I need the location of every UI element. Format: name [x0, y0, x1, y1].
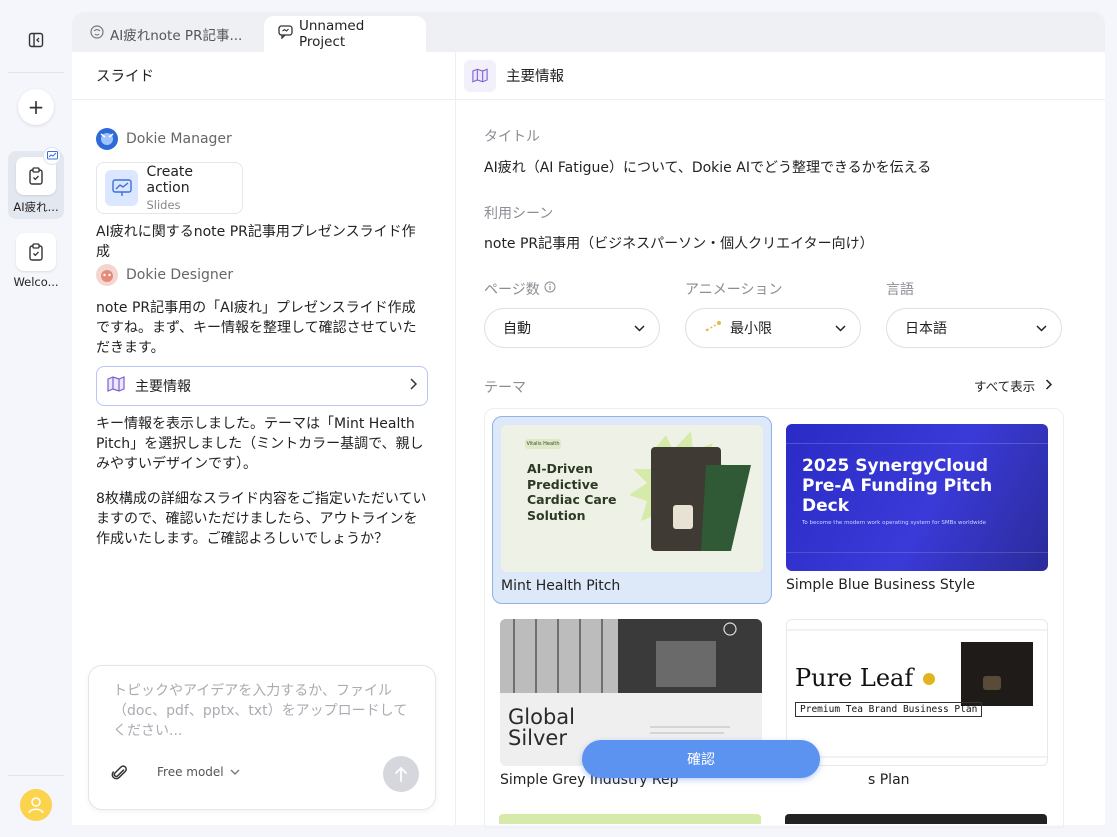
- map-icon: [464, 59, 496, 92]
- theme-name: Simple Blue Business Style: [786, 577, 976, 593]
- next-theme-peek: [499, 814, 761, 824]
- thumb-subtitle: To become the modern work operating syst…: [802, 520, 987, 526]
- chevron-right-icon: [409, 378, 418, 394]
- rail-divider: [8, 72, 64, 73]
- chevron-down-icon: [634, 320, 645, 336]
- new-project-button[interactable]: +: [18, 89, 54, 125]
- manager-agent: Dokie Manager: [96, 128, 232, 150]
- title-label: タイトル: [484, 129, 540, 145]
- chat-panel: スライド Dokie Manager Create action Slides …: [72, 52, 456, 825]
- map-icon: [107, 376, 125, 396]
- theme-thumbnail: Vitalis Health AI-Driven Predictive Card…: [501, 425, 763, 572]
- theme-label: テーマ: [484, 380, 526, 396]
- thumb-title: Global Silver: [508, 705, 575, 750]
- theme-name: Mint Health Pitch: [501, 578, 621, 594]
- designer-avatar-icon: [96, 264, 118, 286]
- pages-select[interactable]: 自動: [484, 308, 660, 348]
- tab-bar: AI疲れnote PR記事... Unnamed Project: [72, 12, 1105, 52]
- brain-icon: [90, 25, 104, 43]
- key-info-panel: 主要情報 タイトル AI疲れ（AI Fatigue）について、Dokie AIで…: [456, 52, 1105, 828]
- info-icon[interactable]: [544, 281, 556, 297]
- key-info-card[interactable]: 主要情報: [96, 366, 428, 406]
- slides-icon: [105, 170, 139, 206]
- composer-input[interactable]: トピックやアイデアを入力するか、ファイル（doc、pdf、pptx、txt）をア…: [113, 681, 413, 741]
- title-value[interactable]: AI疲れ（AI Fatigue）について、Dokie AIでどう整理できるかを伝…: [484, 157, 931, 177]
- theme-card-pure-leaf[interactable]: Pure Leaf Premium Tea Brand Business Pla…: [778, 611, 1058, 799]
- chevron-down-icon: [835, 320, 846, 336]
- thumb-title: Pure Leaf: [795, 664, 914, 692]
- sidebar-toggle-icon[interactable]: [23, 27, 49, 53]
- thumb-subtitle: Premium Tea Brand Business Plan: [795, 702, 983, 717]
- rail-item-label: Welco...: [13, 275, 59, 289]
- theme-thumbnail: 2025 SynergyCloud Pre-A Funding Pitch De…: [786, 424, 1048, 571]
- rail-item-welcome[interactable]: Welco...: [8, 227, 64, 295]
- chat-panel-header: スライド: [72, 52, 455, 100]
- chat-icon: [278, 25, 293, 43]
- designer-message-3: 8枚構成の詳細なスライド内容をご指定いただいていますので、確認いただけましたら、…: [96, 491, 427, 547]
- thumb-title: 2025 SynergyCloud Pre-A Funding Pitch De…: [802, 456, 993, 516]
- action-title: Create action: [146, 164, 194, 196]
- language-label: 言語: [886, 282, 914, 298]
- rail-item-ai-fatigue[interactable]: AI疲れ...: [8, 147, 64, 219]
- theme-card-mint-health[interactable]: Vitalis Health AI-Driven Predictive Card…: [492, 416, 772, 604]
- designer-message-2: キー情報を表示しました。テーマは「Mint Health Pitch」を選択しま…: [96, 416, 424, 472]
- chevron-down-icon: [1036, 320, 1047, 336]
- animation-select[interactable]: 最小限: [685, 308, 861, 348]
- scene-label: 利用シーン: [484, 206, 554, 222]
- pages-label: ページ数: [484, 279, 556, 299]
- chevron-down-icon: [230, 765, 240, 779]
- action-subtitle: Slides: [146, 198, 181, 212]
- model-selector[interactable]: Free model: [157, 765, 240, 779]
- scene-value[interactable]: note PR記事用（ビジネスパーソン・個人クリエイター向け）: [484, 233, 874, 253]
- thumb-tag: Vitalis Health: [525, 439, 561, 449]
- theme-name: s Plan: [868, 772, 910, 788]
- user-avatar[interactable]: [20, 789, 52, 821]
- thumb-title: AI-Driven Predictive Cardiac Care Soluti…: [527, 461, 617, 523]
- theme-thumbnail: Pure Leaf Premium Tea Brand Business Pla…: [786, 619, 1048, 766]
- next-theme-peek: [785, 814, 1047, 824]
- tab-unnamed-project[interactable]: Unnamed Project: [264, 16, 426, 52]
- language-select[interactable]: 日本語: [886, 308, 1062, 348]
- project-window: AI疲れnote PR記事... Unnamed Project スライド Do…: [72, 12, 1105, 828]
- chevron-right-icon: [1045, 378, 1053, 393]
- theme-card-simple-blue[interactable]: 2025 SynergyCloud Pre-A Funding Pitch De…: [778, 416, 1058, 604]
- send-button[interactable]: [383, 756, 419, 792]
- confirm-button[interactable]: 確認: [582, 740, 820, 778]
- show-all-link[interactable]: すべて表示: [974, 376, 1053, 395]
- key-info-header: 主要情報: [456, 52, 1105, 100]
- paperclip-icon[interactable]: [111, 764, 129, 786]
- sparkle-icon: [704, 319, 722, 337]
- tab-ai-fatigue[interactable]: AI疲れnote PR記事...: [76, 16, 262, 52]
- designer-message-1: note PR記事用の「AI疲れ」プレゼンスライド作成ですね。まず、キー情報を整…: [96, 300, 417, 356]
- rail-divider: [8, 775, 64, 776]
- manager-avatar-icon: [96, 128, 118, 150]
- clipboard-icon: [16, 233, 56, 271]
- left-rail: + AI疲れ... Welco...: [0, 0, 72, 837]
- animation-label: アニメーション: [685, 282, 783, 298]
- user-prompt-text: AI疲れに関するnote PR記事用プレゼンスライド作成: [96, 224, 416, 260]
- create-action-card[interactable]: Create action Slides: [96, 162, 243, 214]
- composer[interactable]: トピックやアイデアを入力するか、ファイル（doc、pdf、pptx、txt）をア…: [88, 665, 436, 810]
- rail-item-label: AI疲れ...: [13, 200, 59, 214]
- chart-badge-icon: [43, 147, 61, 165]
- designer-agent: Dokie Designer: [96, 264, 233, 286]
